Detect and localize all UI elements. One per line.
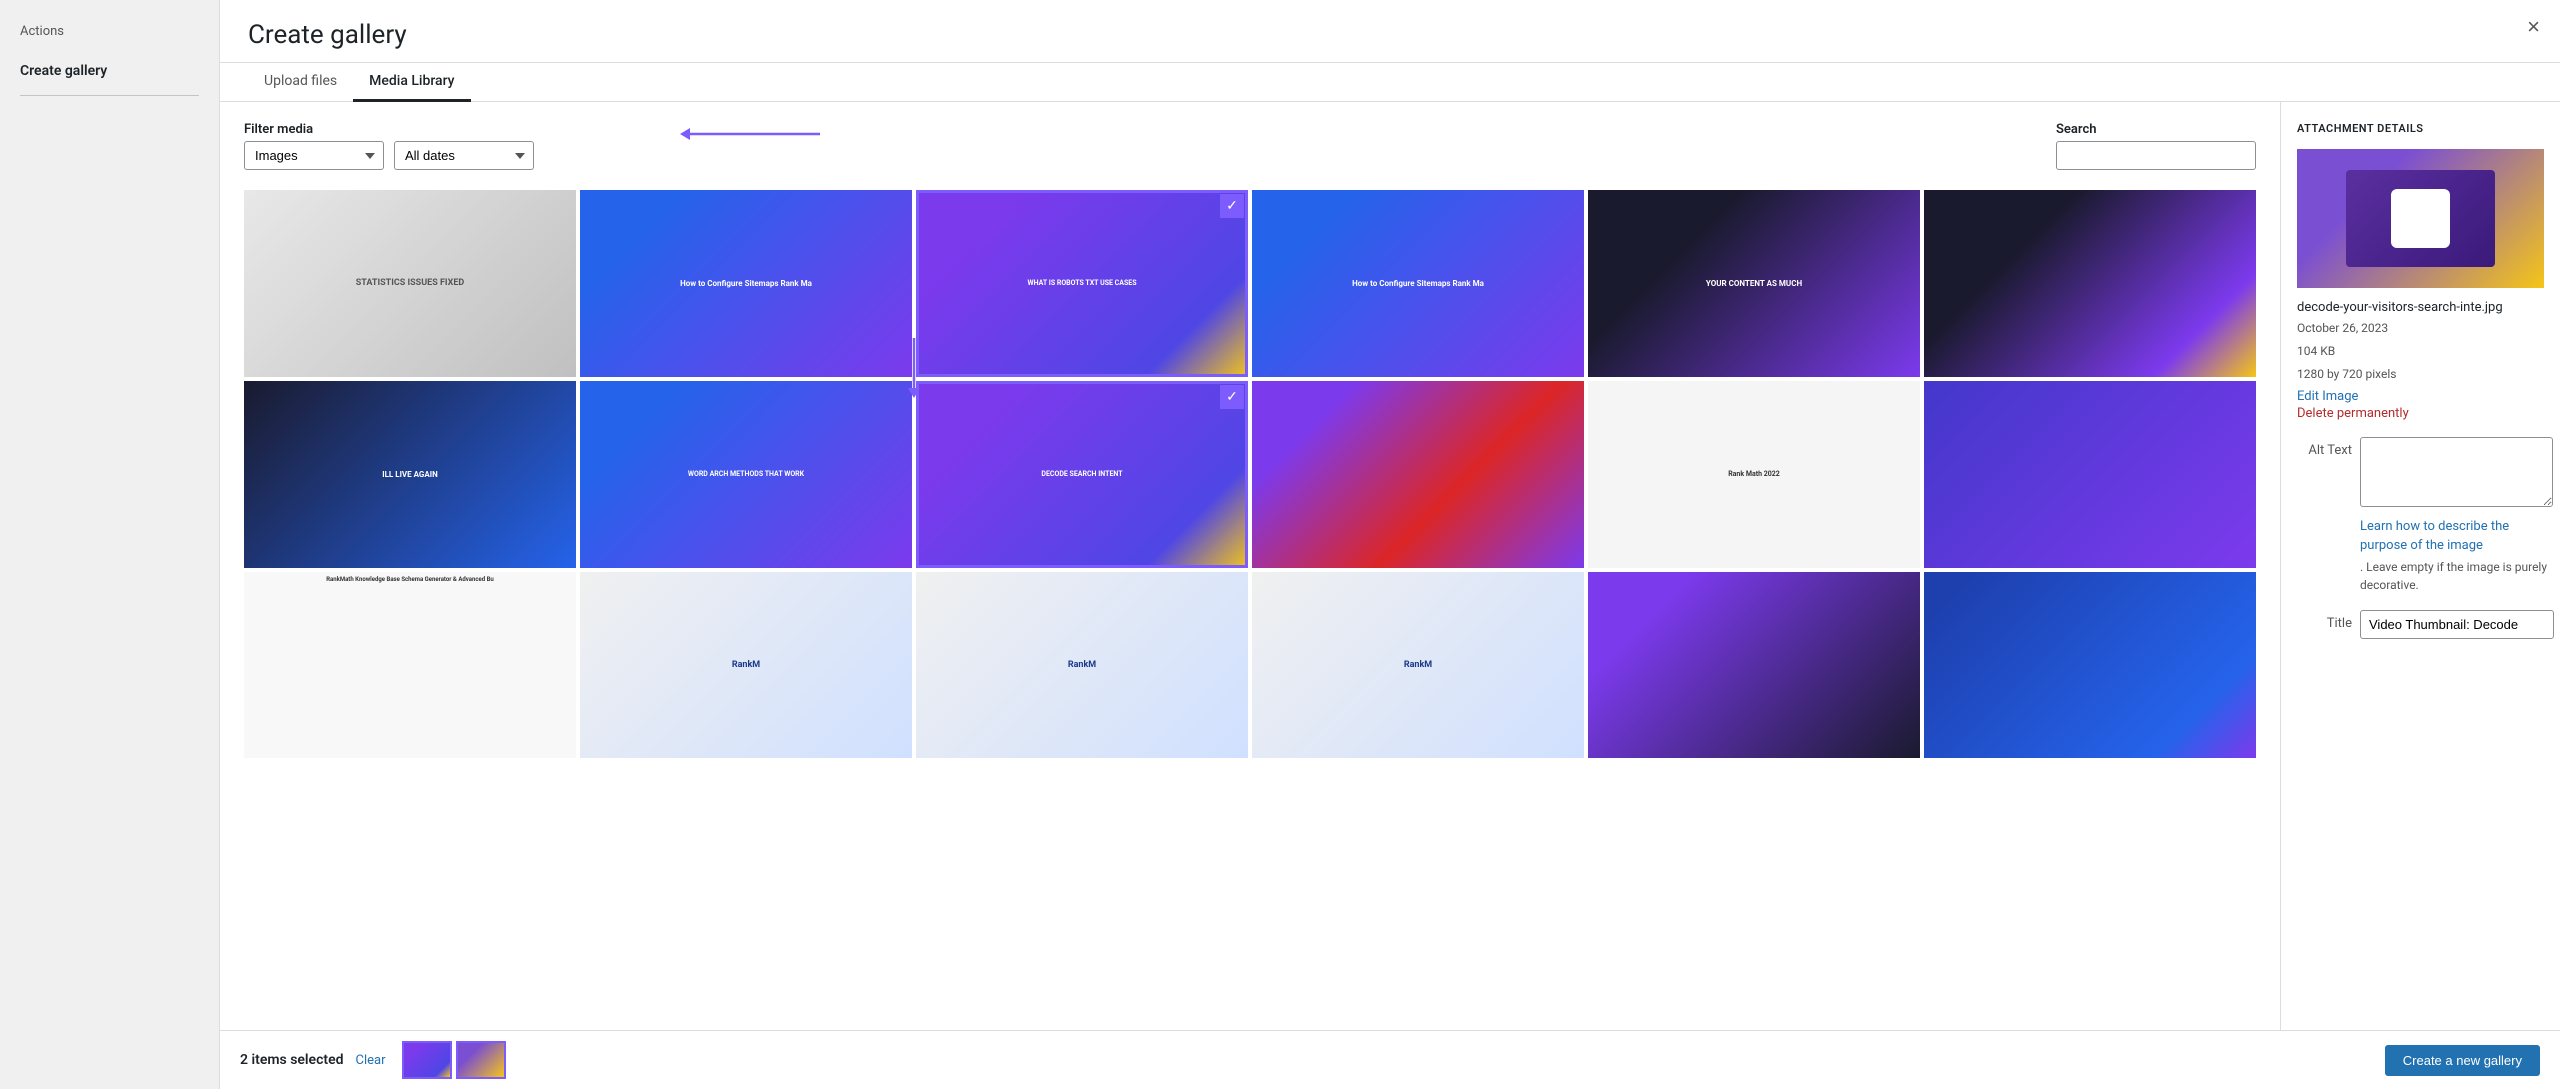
search-label: Search bbox=[2056, 122, 2256, 137]
filter-media-label: Filter media bbox=[244, 122, 534, 137]
edit-image-link[interactable]: Edit Image bbox=[2297, 389, 2544, 404]
title-row: Title bbox=[2297, 610, 2544, 639]
grid-item-6[interactable] bbox=[1924, 190, 2256, 377]
alt-text-hint: Learn how to describe the purpose of the… bbox=[2360, 517, 2553, 594]
attachment-dimensions: 1280 by 720 pixels bbox=[2297, 365, 2544, 384]
media-area: Filter media Images All dates Search bbox=[220, 102, 2280, 1030]
footer-bar: 2 items selected Clear Create a new gall… bbox=[220, 1030, 2560, 1089]
alt-text-hint-rest: . Leave empty if the image is purely dec… bbox=[2360, 560, 2547, 592]
filter-date-select[interactable]: All dates bbox=[394, 141, 534, 170]
grid-item-11[interactable]: Rank Math 2022 bbox=[1588, 381, 1920, 568]
grid-item-13[interactable]: RankMath Knowledge Base Schema Generator… bbox=[244, 572, 576, 759]
modal-header: Create gallery bbox=[220, 0, 2560, 63]
grid-item-10[interactable] bbox=[1252, 381, 1584, 568]
alt-text-input[interactable] bbox=[2360, 437, 2553, 507]
grid-item-8[interactable]: WORD ARCH METHODS THAT WORK bbox=[580, 381, 912, 568]
attachment-filename: decode-your-visitors-search-inte.jpg bbox=[2297, 300, 2544, 315]
grid-item-2[interactable]: How to Configure Sitemaps Rank Ma bbox=[580, 190, 912, 377]
close-button[interactable]: × bbox=[2527, 16, 2540, 38]
sidebar-divider bbox=[20, 95, 199, 96]
modal-title: Create gallery bbox=[248, 20, 407, 62]
selected-thumb-2 bbox=[456, 1041, 506, 1079]
grid-item-5[interactable]: YOUR CONTENT AS MUCH bbox=[1588, 190, 1920, 377]
body-area: Filter media Images All dates Search bbox=[220, 102, 2560, 1030]
attachment-thumbnail bbox=[2297, 149, 2544, 288]
filter-media-group: Filter media Images All dates bbox=[244, 122, 534, 170]
grid-item-12[interactable] bbox=[1924, 381, 2256, 568]
tab-media-library[interactable]: Media Library bbox=[353, 63, 470, 102]
grid-item-9[interactable]: DECODE SEARCH INTENT ✓ bbox=[916, 381, 1248, 568]
alt-text-label: Alt Text bbox=[2297, 437, 2352, 458]
selected-count: 2 items selected bbox=[240, 1052, 344, 1068]
grid-item-16[interactable]: RankM bbox=[1252, 572, 1584, 759]
grid-item-7[interactable]: ILL LIVE AGAIN bbox=[244, 381, 576, 568]
grid-item-15[interactable]: RankM bbox=[916, 572, 1248, 759]
selected-border-9 bbox=[916, 381, 1248, 568]
grid-item-14[interactable]: RankM bbox=[580, 572, 912, 759]
clear-selection-link[interactable]: Clear bbox=[356, 1053, 386, 1068]
attachment-panel: ATTACHMENT DETAILS decode-your-visitors-… bbox=[2280, 102, 2560, 1030]
grid-item-17[interactable] bbox=[1588, 572, 1920, 759]
attachment-thumb-image bbox=[2297, 149, 2544, 288]
image-grid: STATISTICS ISSUES FIXED How to Configure… bbox=[244, 190, 2256, 758]
create-gallery-button[interactable]: Create a new gallery bbox=[2385, 1045, 2540, 1076]
modal-overlay: Actions Create gallery × Create gallery … bbox=[0, 0, 2560, 1089]
check-mark-3: ✓ bbox=[1220, 194, 1244, 218]
modal-content: × Create gallery Upload files Media Libr… bbox=[220, 0, 2560, 1089]
selected-thumbs bbox=[402, 1041, 506, 1079]
selected-thumb-1 bbox=[402, 1041, 452, 1079]
grid-item-4[interactable]: How to Configure Sitemaps Rank Ma bbox=[1252, 190, 1584, 377]
grid-area: STATISTICS ISSUES FIXED How to Configure… bbox=[244, 190, 2256, 758]
attachment-date: October 26, 2023 bbox=[2297, 319, 2544, 338]
alt-text-hint-link[interactable]: Learn how to describe the purpose of the… bbox=[2360, 517, 2553, 556]
filter-type-select[interactable]: Images bbox=[244, 141, 384, 170]
title-input[interactable] bbox=[2360, 610, 2554, 639]
attachment-size: 104 KB bbox=[2297, 342, 2544, 361]
tabs-container: Upload files Media Library bbox=[248, 63, 471, 101]
grid-item-3[interactable]: WHAT IS ROBOTS TXT USE CASES ✓ bbox=[916, 190, 1248, 377]
search-group: Search bbox=[2056, 122, 2256, 170]
alt-text-row: Alt Text Learn how to describe the purpo… bbox=[2297, 437, 2544, 594]
tab-upload-files[interactable]: Upload files bbox=[248, 63, 353, 102]
check-mark-9: ✓ bbox=[1220, 385, 1244, 409]
grid-item-18[interactable] bbox=[1924, 572, 2256, 759]
attachment-panel-title: ATTACHMENT DETAILS bbox=[2297, 122, 2544, 135]
sidebar-actions-label: Actions bbox=[0, 16, 219, 55]
delete-permanently-link[interactable]: Delete permanently bbox=[2297, 406, 2544, 421]
grid-item-1[interactable]: STATISTICS ISSUES FIXED bbox=[244, 190, 576, 377]
sidebar: Actions Create gallery bbox=[0, 0, 220, 1089]
sidebar-create-gallery[interactable]: Create gallery bbox=[0, 55, 219, 87]
search-input[interactable] bbox=[2056, 141, 2256, 170]
filter-row: Filter media Images All dates Search bbox=[244, 122, 2256, 170]
selected-border-3 bbox=[916, 190, 1248, 377]
title-label: Title bbox=[2297, 610, 2352, 631]
